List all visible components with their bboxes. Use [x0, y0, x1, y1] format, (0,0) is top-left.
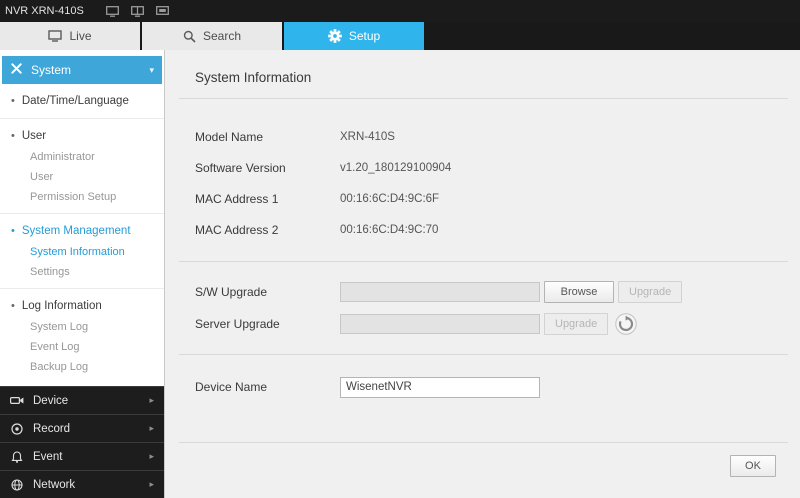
sidebar-subitem-permission-setup[interactable]: Permission Setup	[0, 187, 164, 207]
info-row-model-name: Model Name XRN-410S	[195, 121, 788, 152]
sidebar-subitem-settings[interactable]: Settings	[0, 262, 164, 282]
sidebar-subitem-system-information[interactable]: System Information	[0, 242, 164, 262]
sidebar-item-network[interactable]: Network ▸	[0, 470, 164, 498]
sidebar-item-device[interactable]: Device ▸	[0, 386, 164, 414]
bell-icon	[10, 451, 24, 463]
sidebar-item-event[interactable]: Event ▸	[0, 442, 164, 470]
system-info-section: Model Name XRN-410S Software Version v1.…	[179, 99, 788, 261]
bullet-icon: •	[11, 225, 15, 237]
device-name-row: Device Name	[195, 371, 788, 403]
tab-search[interactable]: Search	[142, 22, 282, 50]
main-content: System Information Model Name XRN-410S S…	[165, 50, 800, 498]
bullet-icon: •	[11, 300, 15, 312]
globe-icon	[10, 479, 24, 491]
field-label: MAC Address 1	[195, 192, 340, 206]
sidebar-item-label: Date/Time/Language	[22, 95, 129, 107]
page-body: System ▾ • Date/Time/Language • User Adm…	[0, 50, 800, 498]
sidebar-item-label: Record	[33, 423, 70, 435]
camera-icon	[10, 395, 24, 406]
browse-button[interactable]: Browse	[544, 281, 614, 303]
field-value: XRN-410S	[340, 131, 395, 143]
chevron-down-icon: ▾	[149, 65, 154, 76]
info-row-mac-address-2: MAC Address 2 00:16:6C:D4:9C:70	[195, 214, 788, 245]
titlebar: NVR XRN-410S	[0, 0, 800, 22]
sidebar-section-system[interactable]: System ▾	[2, 56, 162, 84]
sidebar-subitem-event-log[interactable]: Event Log	[0, 337, 164, 357]
upgrade-section: S/W Upgrade Browse Upgrade Server Upgrad…	[179, 262, 788, 354]
sidebar-subitem-system-log[interactable]: System Log	[0, 317, 164, 337]
info-row-mac-address-1: MAC Address 1 00:16:6C:D4:9C:6F	[195, 183, 788, 214]
tools-icon	[10, 62, 23, 78]
ok-button[interactable]: OK	[730, 455, 776, 477]
tab-label: Setup	[349, 29, 380, 43]
device-name-input[interactable]	[340, 377, 540, 398]
server-upgrade-row: Server Upgrade Upgrade	[195, 308, 788, 340]
titlebar-icons	[106, 6, 169, 17]
sidebar-bottom: Device ▸ Record ▸ Event ▸	[0, 386, 164, 498]
refresh-icon[interactable]	[615, 313, 637, 335]
sidebar-item-label: Network	[33, 479, 75, 491]
page-title: System Information	[195, 70, 788, 85]
field-label: S/W Upgrade	[195, 285, 340, 299]
sidebar-nav: • Date/Time/Language • User Administrato…	[0, 84, 164, 386]
monitor-icon[interactable]	[106, 6, 119, 17]
sidebar-item-label: User	[22, 130, 46, 142]
field-label: Device Name	[195, 380, 340, 394]
device-name-section: Device Name	[179, 355, 788, 421]
server-upgrade-file-input[interactable]	[340, 314, 540, 334]
live-monitor-icon	[48, 30, 62, 42]
fullscreen-icon[interactable]	[156, 6, 169, 17]
tab-live[interactable]: Live	[0, 22, 140, 50]
chevron-right-icon: ▸	[149, 395, 154, 406]
sidebar-item-label: Event	[33, 451, 62, 463]
chevron-right-icon: ▸	[149, 479, 154, 490]
info-row-software-version: Software Version v1.20_180129100904	[195, 152, 788, 183]
field-label: Server Upgrade	[195, 317, 340, 331]
search-icon	[183, 30, 196, 43]
bullet-icon: •	[11, 130, 15, 142]
sidebar-item-system-management[interactable]: • System Management	[0, 220, 164, 242]
sidebar-item-user[interactable]: • User	[0, 125, 164, 147]
sidebar-item-label: Device	[33, 395, 68, 407]
sidebar-item-date-time-language[interactable]: • Date/Time/Language	[0, 90, 164, 112]
sidebar-item-label: System Management	[22, 225, 131, 237]
sidebar-item-label: Log Information	[22, 300, 102, 312]
tab-label: Search	[203, 29, 241, 43]
field-label: Software Version	[195, 161, 340, 175]
sidebar-item-log-information[interactable]: • Log Information	[0, 295, 164, 317]
sw-upgrade-file-input[interactable]	[340, 282, 540, 302]
gear-icon	[328, 29, 342, 43]
sidebar-section-label: System	[31, 63, 71, 77]
sidebar-subitem-backup-log[interactable]: Backup Log	[0, 357, 164, 377]
window-title: NVR XRN-410S	[5, 5, 84, 17]
chevron-right-icon: ▸	[149, 451, 154, 462]
field-value: 00:16:6C:D4:9C:6F	[340, 193, 439, 205]
server-upgrade-button[interactable]: Upgrade	[544, 313, 608, 335]
sidebar-item-record[interactable]: Record ▸	[0, 414, 164, 442]
sidebar-subitem-administrator[interactable]: Administrator	[0, 147, 164, 167]
footer: OK	[179, 442, 788, 498]
tabbar: Live Search Setup	[0, 22, 800, 50]
chevron-right-icon: ▸	[149, 423, 154, 434]
sidebar: System ▾ • Date/Time/Language • User Adm…	[0, 50, 165, 498]
field-label: Model Name	[195, 130, 340, 144]
sidebar-subitem-user[interactable]: User	[0, 167, 164, 187]
disc-icon	[10, 423, 24, 435]
field-value: v1.20_180129100904	[340, 162, 451, 174]
tab-label: Live	[69, 29, 91, 43]
bullet-icon: •	[11, 95, 15, 107]
field-value: 00:16:6C:D4:9C:70	[340, 224, 438, 236]
tab-setup[interactable]: Setup	[284, 22, 424, 50]
sw-upgrade-row: S/W Upgrade Browse Upgrade	[195, 276, 788, 308]
field-label: MAC Address 2	[195, 223, 340, 237]
split-monitor-icon[interactable]	[131, 6, 144, 17]
sw-upgrade-button[interactable]: Upgrade	[618, 281, 682, 303]
